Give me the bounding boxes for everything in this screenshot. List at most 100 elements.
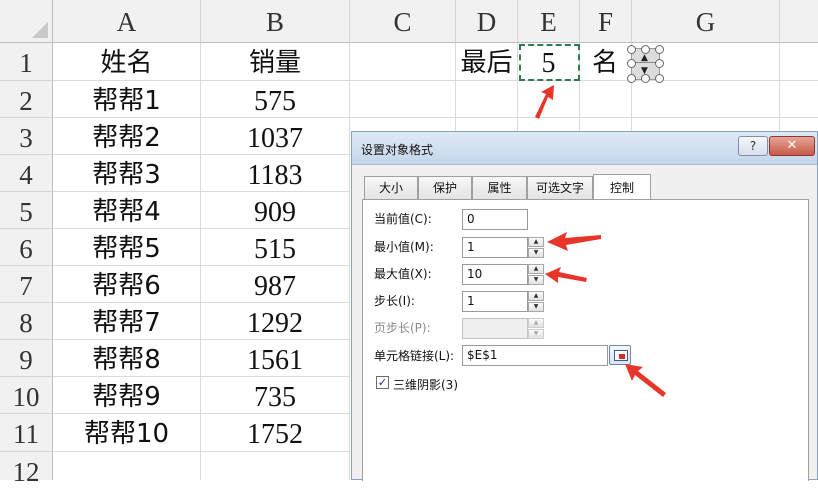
cell-c1[interactable] [350,43,456,81]
spin-up-icon[interactable]: ▲ [528,291,544,301]
min-value-input[interactable]: 1 [462,237,528,258]
cell-name[interactable]: 帮帮2 [53,118,201,155]
current-value-label: 当前值(C): [374,212,432,226]
row-header-8[interactable]: 8 [0,303,53,340]
cell-h2[interactable] [780,81,818,118]
resize-handle-icon[interactable] [655,45,664,54]
page-step-label: 页步长(P): [374,321,431,335]
col-header-d[interactable]: D [456,0,518,43]
annotation-arrow-icon [545,267,587,283]
resize-handle-icon[interactable] [627,45,636,54]
spin-up-icon[interactable]: ▲ [528,264,544,274]
3d-shading-checkbox[interactable]: ✓ [376,376,389,389]
step-spinner[interactable]: ▲ ▼ [528,291,544,312]
cell-sales[interactable]: 987 [201,266,350,303]
tab-alt-text[interactable]: 可选文字 [527,176,593,199]
cell-sales[interactable]: 1183 [201,155,350,192]
row-header-1[interactable]: 1 [0,43,53,81]
cell-b12[interactable] [201,452,350,480]
cell-d2[interactable] [456,81,518,118]
row-header-3[interactable]: 3 [0,118,53,155]
row-header-11[interactable]: 11 [0,414,53,452]
cell-sales[interactable]: 909 [201,192,350,229]
3d-shading-label[interactable]: 三维阴影(3) [393,376,458,393]
cell-link-label: 单元格链接(L): [374,349,455,363]
tab-size[interactable]: 大小 [364,176,418,199]
annotation-arrow-icon [547,232,601,251]
cell-name[interactable]: 帮帮3 [53,155,201,192]
resize-handle-icon[interactable] [627,59,636,68]
row-header-9[interactable]: 9 [0,340,53,377]
resize-handle-icon[interactable] [655,59,664,68]
resize-handle-icon[interactable] [641,45,650,54]
spin-down-icon[interactable]: ▼ [528,248,544,258]
spin-up-icon[interactable]: ▲ [528,237,544,247]
tab-control[interactable]: 控制 [593,174,651,200]
cell-sales[interactable]: 515 [201,229,350,266]
cell-sales[interactable]: 735 [201,377,350,414]
cell-sales[interactable]: 1292 [201,303,350,340]
cell-sales[interactable]: 1561 [201,340,350,377]
cell-c2[interactable] [350,81,456,118]
row-header-4[interactable]: 4 [0,155,53,192]
cell-sales[interactable]: 1752 [201,414,350,452]
col-header-f[interactable]: F [580,0,632,43]
dialog-titlebar[interactable]: 设置对象格式 ? ✕ [352,132,817,165]
step-label: 步长(I): [374,294,415,308]
col-header-a[interactable]: A [53,0,201,43]
row-header-10[interactable]: 10 [0,377,53,414]
row-header-5[interactable]: 5 [0,192,53,229]
resize-handle-icon[interactable] [655,74,664,83]
row-header-12[interactable]: 12 [0,452,53,487]
page-step-input [462,318,528,339]
cell-b1[interactable]: 销量 [201,43,350,81]
cell-name[interactable]: 帮帮7 [53,303,201,340]
resize-handle-icon[interactable] [641,74,650,83]
resize-handle-icon[interactable] [627,74,636,83]
max-value-input[interactable]: 10 [462,264,528,285]
cell-f2[interactable] [580,81,632,118]
col-header-h[interactable] [780,0,818,43]
step-input[interactable]: 1 [462,291,528,312]
dialog-title: 设置对象格式 [361,143,434,157]
select-all-corner[interactable] [0,0,53,43]
row-header-2[interactable]: 2 [0,81,53,118]
cell-a12[interactable] [53,452,201,480]
current-value-input[interactable]: 0 [462,209,528,230]
cell-sales[interactable]: 1037 [201,118,350,155]
min-value-spinner[interactable]: ▲ ▼ [528,237,544,258]
cell-name[interactable]: 帮帮5 [53,229,201,266]
cell-sales[interactable]: 575 [201,81,350,118]
help-button[interactable]: ? [738,136,768,156]
spin-down-icon[interactable]: ▼ [528,302,544,312]
cell-name[interactable]: 帮帮4 [53,192,201,229]
cell-name[interactable]: 帮帮9 [53,377,201,414]
range-selector-marker [619,354,625,359]
tab-protection[interactable]: 保护 [418,176,472,199]
col-header-e[interactable]: E [518,0,580,43]
cell-a1[interactable]: 姓名 [53,43,201,81]
col-header-g[interactable]: G [632,0,780,43]
cell-g2[interactable] [632,81,780,118]
cell-name[interactable]: 帮帮6 [53,266,201,303]
cell-h1[interactable] [780,43,818,81]
cell-d1[interactable]: 最后 [456,43,518,81]
max-value-label: 最大值(X): [374,267,432,281]
spin-down-icon[interactable]: ▼ [528,275,544,285]
row-header-7[interactable]: 7 [0,266,53,303]
format-object-dialog: 设置对象格式 ? ✕ 大小 保护 属性 可选文字 控制 当前值(C): 0 最小… [351,131,818,481]
col-header-c[interactable]: C [350,0,456,43]
cell-link-input[interactable]: $E$1 [462,345,608,366]
close-button[interactable]: ✕ [769,136,815,156]
annotation-arrow-icon [535,85,554,119]
cell-name[interactable]: 帮帮10 [53,414,201,452]
spin-up-icon[interactable]: ▲ [641,53,648,63]
cell-f1[interactable]: 名 [580,43,632,81]
cell-name[interactable]: 帮帮8 [53,340,201,377]
spin-button-control[interactable]: ▲ ▼ [627,45,664,83]
row-header-6[interactable]: 6 [0,229,53,266]
col-header-b[interactable]: B [201,0,350,43]
cell-name[interactable]: 帮帮1 [53,81,201,118]
max-value-spinner[interactable]: ▲ ▼ [528,264,544,285]
tab-properties[interactable]: 属性 [472,176,527,199]
